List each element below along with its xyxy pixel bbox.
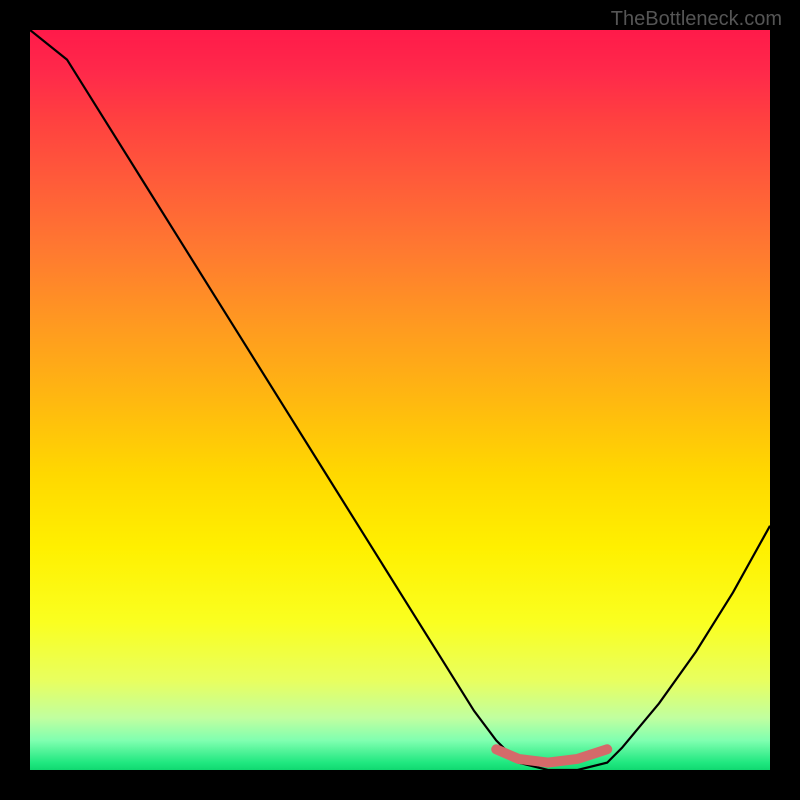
watermark-text: TheBottleneck.com <box>611 8 782 31</box>
chart-plot-area <box>30 30 770 770</box>
optimal-range-marker <box>496 749 607 762</box>
bottleneck-curve-line <box>30 30 770 770</box>
chart-svg <box>30 30 770 770</box>
